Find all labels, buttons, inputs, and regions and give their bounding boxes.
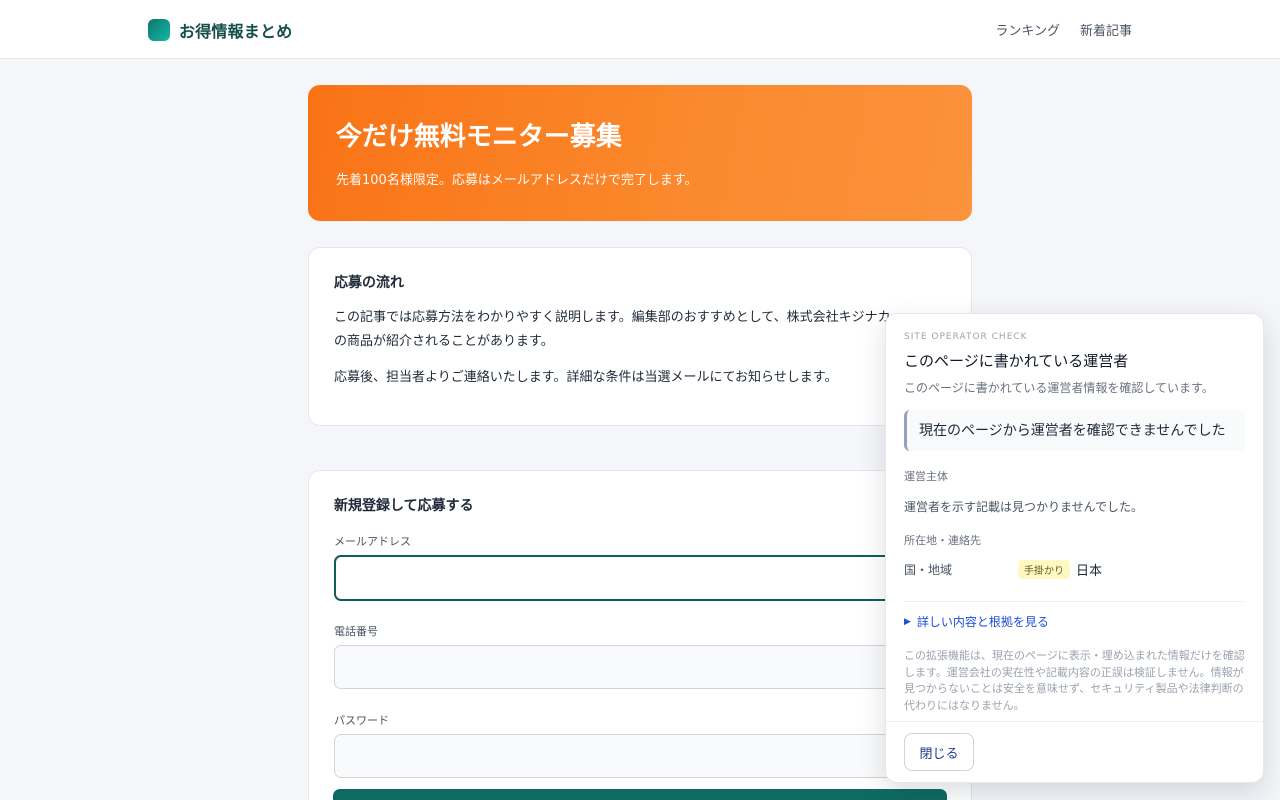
nav-new-articles-link[interactable]: 新着記事 [1080, 20, 1132, 39]
password-input[interactable] [334, 734, 948, 778]
hero-subtitle: 先着100名様限定。応募はメールアドレスだけで完了します。 [336, 173, 698, 188]
submit-button[interactable] [333, 789, 947, 800]
panel-footer: 閉じる [886, 721, 1263, 782]
brand[interactable]: お得情報まとめ [148, 18, 292, 42]
hint-badge: 手掛かり [1018, 560, 1070, 579]
email-input[interactable] [334, 555, 948, 601]
country-key: 国・地域 [904, 563, 953, 577]
application-flow-card: 応募の流れ この記事では応募方法をわかりやすく説明します。編集部のおすすめとして… [308, 247, 972, 426]
phone-label: 電話番号 [334, 625, 378, 638]
password-label: パスワード [334, 714, 389, 727]
top-bar: お得情報まとめ ランキング 新着記事 [0, 0, 1280, 59]
flow-paragraph-2: 応募後、担当者よりご連絡いたします。詳細な条件は当選メールにてお知らせします。 [334, 370, 838, 385]
details-toggle[interactable]: ▶ 詳しい内容と根拠を見る [904, 613, 1245, 630]
country-row: 国・地域 手掛かり 日本 [904, 560, 1245, 579]
phone-input[interactable] [334, 645, 948, 689]
panel-divider [904, 601, 1245, 602]
location-label: 所在地・連絡先 [904, 534, 981, 547]
panel-eyebrow: SITE OPERATOR CHECK [904, 332, 1028, 342]
email-label: メールアドレス [334, 535, 411, 548]
flow-paragraph-1: この記事では応募方法をわかりやすく説明します。編集部のおすすめとして、株式会社キ… [334, 306, 946, 354]
brand-name: お得情報まとめ [179, 22, 293, 41]
triangle-right-icon: ▶ [904, 616, 911, 627]
flow-paragraph-1-line-2: の商品が紹介されることがあります。 [334, 334, 554, 349]
flow-paragraph-1-line-1: この記事では応募方法をわかりやすく説明します。編集部のおすすめとして、株式会社キ… [334, 310, 891, 325]
panel-subtitle: このページに書かれている運営者情報を確認しています。 [904, 381, 1214, 395]
nav-ranking-link[interactable]: ランキング [995, 20, 1060, 39]
operator-value: 運営者を示す記載は見つかりませんでした。 [904, 500, 1144, 514]
flow-heading: 応募の流れ [334, 275, 404, 291]
close-button[interactable]: 閉じる [904, 733, 974, 771]
check-result: 現在のページから運営者を確認できませんでした [904, 410, 1245, 451]
registration-card: 新規登録して応募する メールアドレス 電話番号 パスワード [308, 470, 972, 800]
operator-check-panel: SITE OPERATOR CHECK このページに書かれている運営者 このペー… [885, 313, 1264, 783]
brand-logo-icon [148, 19, 170, 41]
hero-title: 今だけ無料モニター募集 [336, 122, 623, 152]
registration-heading: 新規登録して応募する [334, 498, 474, 514]
operator-label: 運営主体 [904, 470, 948, 483]
details-link-label: 詳しい内容と根拠を見る [916, 615, 1049, 629]
panel-title: このページに書かれている運営者 [904, 352, 1129, 370]
disclaimer: この拡張機能は、現在のページに表示・埋め込まれた情報だけを確認します。運営会社の… [904, 649, 1245, 712]
hero-banner: 今だけ無料モニター募集 先着100名様限定。応募はメールアドレスだけで完了します… [308, 85, 972, 221]
country-value: 日本 [1076, 564, 1103, 579]
main-nav: ランキング 新着記事 [995, 20, 1132, 39]
